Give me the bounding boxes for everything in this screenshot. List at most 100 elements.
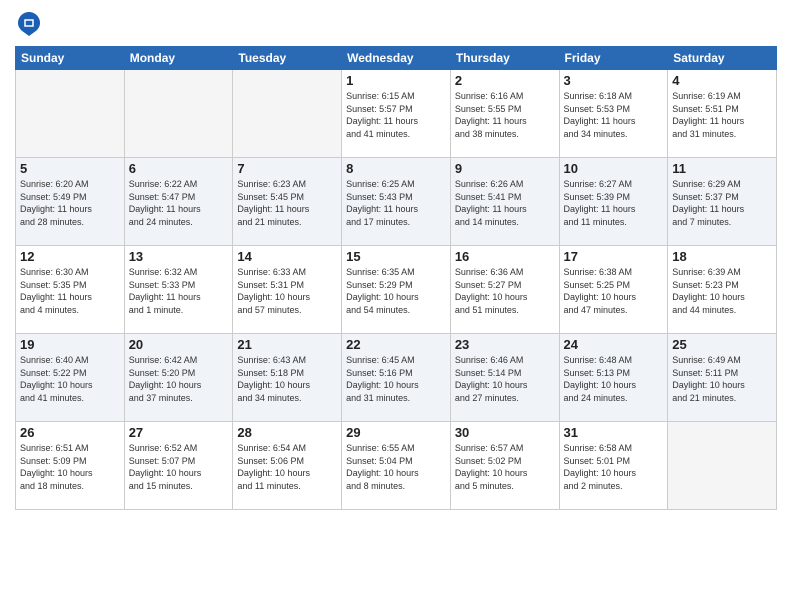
day-number: 12	[20, 249, 120, 264]
day-number: 2	[455, 73, 555, 88]
calendar-day-cell: 27 Sunrise: 6:52 AM Sunset: 5:07 PM Dayli…	[124, 422, 233, 510]
calendar-day-cell	[233, 70, 342, 158]
calendar-day-cell: 21 Sunrise: 6:43 AM Sunset: 5:18 PM Dayli…	[233, 334, 342, 422]
day-info: Sunrise: 6:45 AM Sunset: 5:16 PM Dayligh…	[346, 354, 446, 404]
day-number: 18	[672, 249, 772, 264]
calendar-day-cell: 12 Sunrise: 6:30 AM Sunset: 5:35 PM Dayli…	[16, 246, 125, 334]
day-number: 22	[346, 337, 446, 352]
calendar-day-cell: 31Sunrise: 6:58 AM Sunset: 5:01 PM Dayli…	[559, 422, 668, 510]
calendar-day-cell: 28Sunrise: 6:54 AM Sunset: 5:06 PM Dayli…	[233, 422, 342, 510]
day-info: Sunrise: 6:20 AM Sunset: 5:49 PM Dayligh…	[20, 178, 120, 228]
day-info: Sunrise: 6:32 AM Sunset: 5:33 PM Dayligh…	[129, 266, 229, 316]
day-info: Sunrise: 6:48 AM Sunset: 5:13 PM Dayligh…	[564, 354, 664, 404]
calendar-week-row: 19Sunrise: 6:40 AM Sunset: 5:22 PM Dayli…	[16, 334, 777, 422]
day-info: Sunrise: 6:52 AM Sunset: 5:07 PM Dayligh…	[129, 442, 229, 492]
day-info: Sunrise: 6:39 AM Sunset: 5:23 PM Dayligh…	[672, 266, 772, 316]
calendar-day-cell: 1 Sunrise: 6:15 AM Sunset: 5:57 PM Daylig…	[342, 70, 451, 158]
day-info: Sunrise: 6:15 AM Sunset: 5:57 PM Dayligh…	[346, 90, 446, 140]
day-number: 26	[20, 425, 120, 440]
calendar-day-cell: 10Sunrise: 6:27 AM Sunset: 5:39 PM Dayli…	[559, 158, 668, 246]
day-number: 11	[672, 161, 772, 176]
calendar-day-cell: 30 Sunrise: 6:57 AM Sunset: 5:02 PM Dayli…	[450, 422, 559, 510]
calendar-day-cell: 9 Sunrise: 6:26 AM Sunset: 5:41 PM Daylig…	[450, 158, 559, 246]
calendar-week-row: 12 Sunrise: 6:30 AM Sunset: 5:35 PM Dayli…	[16, 246, 777, 334]
page-container: SundayMondayTuesdayWednesdayThursdayFrid…	[0, 0, 792, 515]
day-number: 25	[672, 337, 772, 352]
day-info: Sunrise: 6:49 AM Sunset: 5:11 PM Dayligh…	[672, 354, 772, 404]
calendar-day-cell: 5 Sunrise: 6:20 AM Sunset: 5:49 PM Daylig…	[16, 158, 125, 246]
day-info: Sunrise: 6:51 AM Sunset: 5:09 PM Dayligh…	[20, 442, 120, 492]
calendar-week-row: 26 Sunrise: 6:51 AM Sunset: 5:09 PM Dayli…	[16, 422, 777, 510]
calendar-day-cell: 3 Sunrise: 6:18 AM Sunset: 5:53 PM Daylig…	[559, 70, 668, 158]
day-number: 27	[129, 425, 229, 440]
day-info: Sunrise: 6:30 AM Sunset: 5:35 PM Dayligh…	[20, 266, 120, 316]
calendar-day-cell: 23Sunrise: 6:46 AM Sunset: 5:14 PM Dayli…	[450, 334, 559, 422]
day-number: 8	[346, 161, 446, 176]
weekday-header-saturday: Saturday	[668, 47, 777, 70]
day-number: 1	[346, 73, 446, 88]
day-info: Sunrise: 6:38 AM Sunset: 5:25 PM Dayligh…	[564, 266, 664, 316]
day-number: 13	[129, 249, 229, 264]
day-info: Sunrise: 6:42 AM Sunset: 5:20 PM Dayligh…	[129, 354, 229, 404]
day-number: 24	[564, 337, 664, 352]
day-info: Sunrise: 6:25 AM Sunset: 5:43 PM Dayligh…	[346, 178, 446, 228]
day-number: 14	[237, 249, 337, 264]
day-number: 29	[346, 425, 446, 440]
calendar-day-cell: 11Sunrise: 6:29 AM Sunset: 5:37 PM Dayli…	[668, 158, 777, 246]
weekday-header-tuesday: Tuesday	[233, 47, 342, 70]
day-info: Sunrise: 6:19 AM Sunset: 5:51 PM Dayligh…	[672, 90, 772, 140]
calendar-day-cell	[668, 422, 777, 510]
calendar-day-cell: 4 Sunrise: 6:19 AM Sunset: 5:51 PM Daylig…	[668, 70, 777, 158]
calendar-day-cell: 25 Sunrise: 6:49 AM Sunset: 5:11 PM Dayli…	[668, 334, 777, 422]
calendar-day-cell: 16 Sunrise: 6:36 AM Sunset: 5:27 PM Dayli…	[450, 246, 559, 334]
calendar-table: SundayMondayTuesdayWednesdayThursdayFrid…	[15, 46, 777, 510]
day-number: 10	[564, 161, 664, 176]
day-info: Sunrise: 6:58 AM Sunset: 5:01 PM Dayligh…	[564, 442, 664, 492]
calendar-day-cell: 8 Sunrise: 6:25 AM Sunset: 5:43 PM Daylig…	[342, 158, 451, 246]
day-number: 28	[237, 425, 337, 440]
day-number: 15	[346, 249, 446, 264]
day-info: Sunrise: 6:35 AM Sunset: 5:29 PM Dayligh…	[346, 266, 446, 316]
calendar-day-cell	[16, 70, 125, 158]
logo	[15, 10, 47, 38]
calendar-day-cell: 15 Sunrise: 6:35 AM Sunset: 5:29 PM Dayli…	[342, 246, 451, 334]
calendar-day-cell: 18 Sunrise: 6:39 AM Sunset: 5:23 PM Dayli…	[668, 246, 777, 334]
calendar-day-cell: 19Sunrise: 6:40 AM Sunset: 5:22 PM Dayli…	[16, 334, 125, 422]
day-number: 16	[455, 249, 555, 264]
calendar-day-cell: 26 Sunrise: 6:51 AM Sunset: 5:09 PM Dayli…	[16, 422, 125, 510]
calendar-day-cell: 6Sunrise: 6:22 AM Sunset: 5:47 PM Daylig…	[124, 158, 233, 246]
weekday-header-wednesday: Wednesday	[342, 47, 451, 70]
day-info: Sunrise: 6:55 AM Sunset: 5:04 PM Dayligh…	[346, 442, 446, 492]
day-info: Sunrise: 6:16 AM Sunset: 5:55 PM Dayligh…	[455, 90, 555, 140]
day-number: 17	[564, 249, 664, 264]
day-info: Sunrise: 6:57 AM Sunset: 5:02 PM Dayligh…	[455, 442, 555, 492]
day-info: Sunrise: 6:18 AM Sunset: 5:53 PM Dayligh…	[564, 90, 664, 140]
day-number: 30	[455, 425, 555, 440]
header	[15, 10, 777, 38]
calendar-day-cell: 7Sunrise: 6:23 AM Sunset: 5:45 PM Daylig…	[233, 158, 342, 246]
calendar-day-cell	[124, 70, 233, 158]
day-number: 20	[129, 337, 229, 352]
day-number: 9	[455, 161, 555, 176]
day-info: Sunrise: 6:36 AM Sunset: 5:27 PM Dayligh…	[455, 266, 555, 316]
day-info: Sunrise: 6:40 AM Sunset: 5:22 PM Dayligh…	[20, 354, 120, 404]
calendar-day-cell: 22 Sunrise: 6:45 AM Sunset: 5:16 PM Dayli…	[342, 334, 451, 422]
day-number: 4	[672, 73, 772, 88]
weekday-header-sunday: Sunday	[16, 47, 125, 70]
day-info: Sunrise: 6:33 AM Sunset: 5:31 PM Dayligh…	[237, 266, 337, 316]
calendar-day-cell: 14 Sunrise: 6:33 AM Sunset: 5:31 PM Dayli…	[233, 246, 342, 334]
day-number: 3	[564, 73, 664, 88]
weekday-header-monday: Monday	[124, 47, 233, 70]
calendar-week-row: 1 Sunrise: 6:15 AM Sunset: 5:57 PM Daylig…	[16, 70, 777, 158]
calendar-day-cell: 24 Sunrise: 6:48 AM Sunset: 5:13 PM Dayli…	[559, 334, 668, 422]
calendar-week-row: 5 Sunrise: 6:20 AM Sunset: 5:49 PM Daylig…	[16, 158, 777, 246]
calendar-day-cell: 2 Sunrise: 6:16 AM Sunset: 5:55 PM Daylig…	[450, 70, 559, 158]
day-number: 5	[20, 161, 120, 176]
day-info: Sunrise: 6:43 AM Sunset: 5:18 PM Dayligh…	[237, 354, 337, 404]
day-number: 6	[129, 161, 229, 176]
day-number: 7	[237, 161, 337, 176]
day-info: Sunrise: 6:26 AM Sunset: 5:41 PM Dayligh…	[455, 178, 555, 228]
calendar-day-cell: 17 Sunrise: 6:38 AM Sunset: 5:25 PM Dayli…	[559, 246, 668, 334]
day-number: 21	[237, 337, 337, 352]
calendar-day-cell: 13 Sunrise: 6:32 AM Sunset: 5:33 PM Dayli…	[124, 246, 233, 334]
